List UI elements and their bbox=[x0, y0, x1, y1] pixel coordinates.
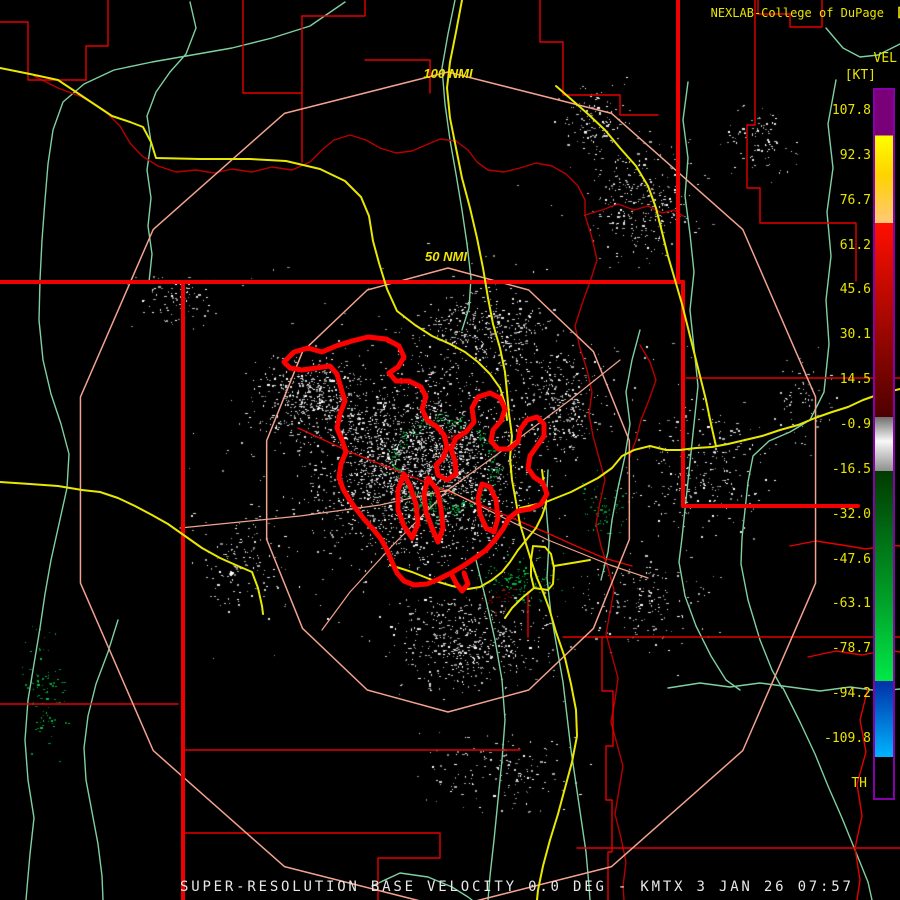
county-south-center-steps bbox=[601, 636, 614, 900]
map-overlay bbox=[0, 0, 900, 900]
highway-i80-east bbox=[519, 388, 900, 509]
app-title: NEXLAB-College of DuPage bbox=[710, 6, 884, 20]
county-wavy-northeast bbox=[628, 344, 657, 459]
county-wavy-top bbox=[33, 75, 586, 216]
county-north-3 bbox=[301, 0, 366, 17]
river-topright-corner bbox=[825, 27, 900, 58]
urban-area-tail bbox=[448, 570, 471, 594]
river-east bbox=[740, 79, 837, 689]
county-wavy-wasatch bbox=[574, 214, 627, 900]
highway-stub-south bbox=[504, 587, 535, 619]
county-east-wavy bbox=[789, 540, 900, 550]
county-wavy-east-horizontal bbox=[584, 203, 684, 217]
highway-i84-west bbox=[0, 67, 508, 421]
range-spoke-southwest bbox=[321, 489, 449, 631]
river-weber bbox=[600, 329, 641, 581]
status-bar-product-text: SUPER-RESOLUTION BASE VELOCITY 0.0 DEG -… bbox=[180, 879, 854, 895]
county-northeast-steps bbox=[746, 0, 857, 282]
urban-area-outline bbox=[281, 334, 550, 588]
range-ring-100nmi bbox=[79, 71, 817, 900]
river-jordan bbox=[545, 469, 591, 900]
range-ring-label-100nmi: 100 NMI bbox=[423, 66, 473, 81]
range-spoke-west bbox=[179, 489, 449, 529]
county-se-wavy bbox=[807, 649, 900, 658]
river-southwest bbox=[83, 619, 119, 900]
highway-i15 bbox=[446, 0, 578, 900]
highway-stub-east bbox=[553, 559, 591, 567]
county-nw-box-1 bbox=[85, 0, 109, 81]
county-north-1 bbox=[242, 0, 303, 94]
river-bear-northeast bbox=[678, 81, 741, 691]
county-north-4 bbox=[364, 59, 431, 94]
range-ring-label-50nmi: 50 NMI bbox=[425, 249, 467, 264]
county-se-vertical-wavy bbox=[854, 687, 869, 900]
highway-southwest bbox=[0, 481, 264, 615]
river-south-center bbox=[475, 559, 506, 900]
radar-display: 100 NMI 50 NMI NEXLAB-College of DuPage … bbox=[0, 0, 900, 900]
river-northwest bbox=[146, 1, 197, 283]
urban-area-inner-loop-3 bbox=[395, 471, 421, 541]
county-north-5 bbox=[539, 0, 659, 116]
